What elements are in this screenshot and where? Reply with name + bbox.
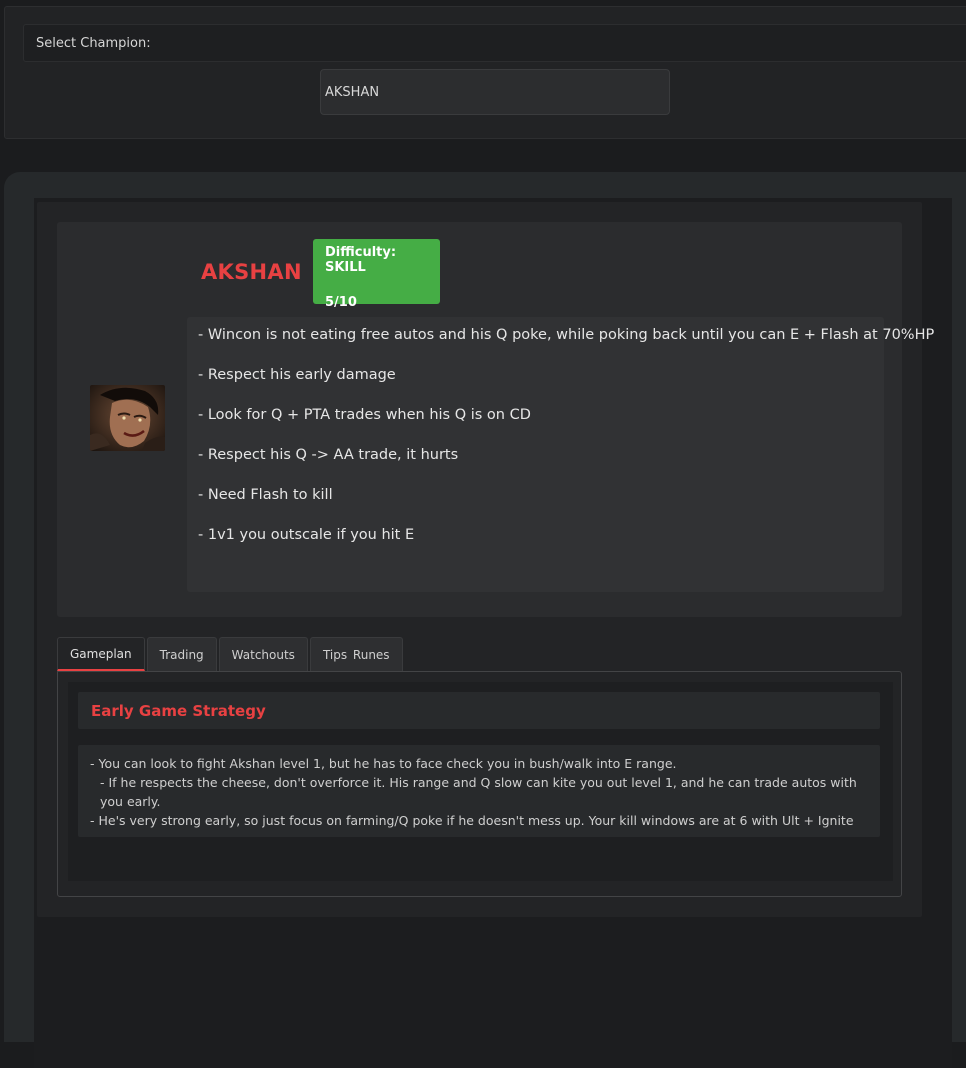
gameplan-line: - He's very strong early, so just focus … bbox=[90, 813, 854, 828]
section-title: Early Game Strategy bbox=[78, 692, 880, 729]
champion-content: AKSHAN Difficulty: SKILL 5/10 - Wincon i… bbox=[37, 202, 935, 917]
champion-card-inner: AKSHAN Difficulty: SKILL 5/10 - Wincon i… bbox=[34, 198, 952, 1068]
champion-card-outer: AKSHAN Difficulty: SKILL 5/10 - Wincon i… bbox=[4, 172, 966, 1068]
note-item: - Look for Q + PTA trades when his Q is … bbox=[198, 407, 531, 423]
gameplan-panel: Early Game Strategy - You can look to fi… bbox=[57, 671, 902, 897]
note-item: - Respect his early damage bbox=[198, 367, 396, 383]
tab-watchouts[interactable]: Watchouts bbox=[218, 637, 308, 671]
note-item: - 1v1 you outscale if you hit E bbox=[198, 527, 415, 543]
champion-portrait bbox=[90, 385, 165, 451]
select-champion-label: Select Champion: bbox=[23, 24, 966, 62]
champion-info-box: AKSHAN Difficulty: SKILL 5/10 - Wincon i… bbox=[57, 222, 935, 617]
note-item: - Need Flash to kill bbox=[198, 487, 333, 503]
tab-tips-runes[interactable]: Tips Runes bbox=[309, 637, 403, 671]
champion-select-dropdown[interactable]: AKSHAN bbox=[320, 69, 670, 115]
difficulty-score: 5/10 bbox=[325, 295, 357, 310]
champion-selector-panel: Select Champion: AKSHAN bbox=[4, 6, 966, 139]
champion-name: AKSHAN bbox=[201, 260, 302, 284]
section-body: - You can look to fight Akshan level 1, … bbox=[78, 745, 880, 837]
tab-trading[interactable]: Trading bbox=[146, 637, 217, 671]
note-item: - Wincon is not eating free autos and hi… bbox=[198, 327, 935, 343]
difficulty-badge: Difficulty: SKILL 5/10 bbox=[313, 239, 440, 310]
champion-notes: - Wincon is not eating free autos and hi… bbox=[187, 317, 935, 592]
difficulty-label: Difficulty: SKILL bbox=[325, 245, 397, 275]
tab-gameplan[interactable]: Gameplan bbox=[57, 637, 145, 671]
note-item: - Respect his Q -> AA trade, it hurts bbox=[198, 447, 459, 463]
strategy-tabs: Gameplan Trading Watchouts Tips Runes bbox=[57, 637, 405, 672]
gameplan-panel-inner: Early Game Strategy - You can look to fi… bbox=[68, 682, 893, 881]
gameplan-line: - You can look to fight Akshan level 1, … bbox=[90, 756, 677, 771]
gameplan-line: - If he respects the cheese, don't overf… bbox=[100, 775, 857, 809]
